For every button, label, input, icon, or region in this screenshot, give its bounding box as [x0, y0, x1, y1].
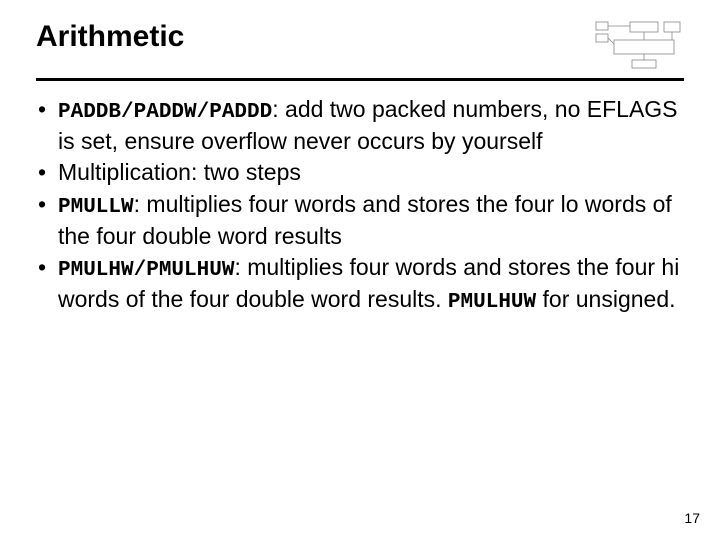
list-item: PMULHW/PMULHUW: multiplies four words an…: [36, 253, 680, 317]
list-item: Multiplication: two steps: [36, 158, 680, 187]
list-item: PMULLW: multiplies four words and stores…: [36, 190, 680, 251]
bullet-text: : multiplies four words and stores the f…: [58, 191, 672, 249]
title-divider: [36, 78, 684, 81]
cpu-diagram-icon: [594, 20, 684, 70]
list-item: PADDB/PADDW/PADDD: add two packed number…: [36, 95, 680, 156]
slide-title: Arithmetic: [36, 20, 184, 54]
bullet-text: for unsigned.: [536, 286, 675, 312]
code-span: PADDB/PADDW/PADDD: [58, 101, 272, 124]
code-span: PMULHUW: [448, 291, 536, 314]
title-row: Arithmetic: [36, 20, 684, 70]
code-span: PMULLW: [58, 196, 134, 219]
bullet-list: PADDB/PADDW/PADDD: add two packed number…: [36, 95, 684, 317]
slide: Arithmetic PADDB/PADDW/PADDD: add two pa…: [0, 0, 720, 540]
page-number: 17: [684, 510, 700, 526]
code-span: PMULHW/PMULHUW: [58, 259, 234, 282]
bullet-text: Multiplication: two steps: [58, 159, 301, 185]
